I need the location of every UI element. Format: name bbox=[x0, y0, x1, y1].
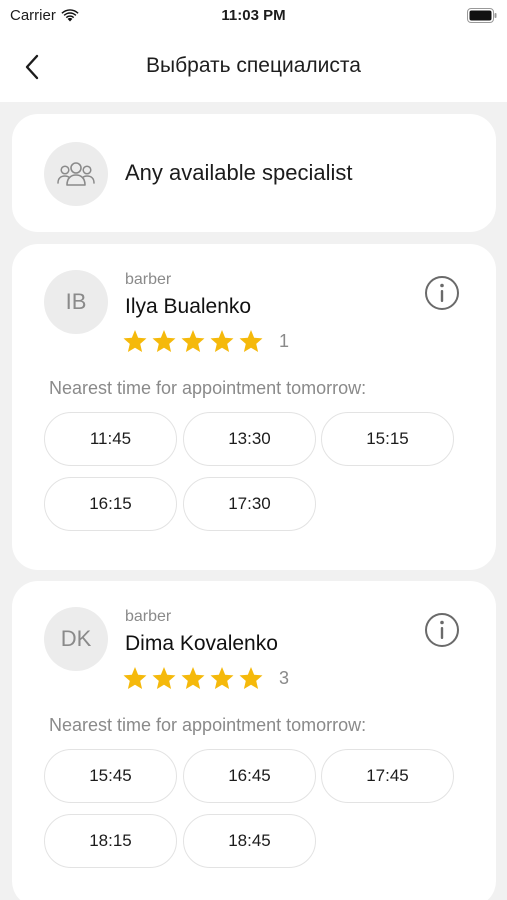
info-button[interactable] bbox=[424, 612, 460, 648]
nearest-time-label: Nearest time for appointment tomorrow: bbox=[49, 715, 367, 735]
time-slot-button[interactable]: 18:15 bbox=[44, 814, 177, 868]
nav-bar: Выбрать специалиста bbox=[0, 32, 507, 102]
any-specialist-label: Any available specialist bbox=[125, 160, 353, 185]
star-icon bbox=[181, 330, 205, 352]
rating-count: 3 bbox=[279, 667, 290, 688]
rating-count: 1 bbox=[279, 330, 290, 351]
specialist-role: barber bbox=[125, 608, 172, 625]
star-icon bbox=[210, 330, 234, 352]
avatar: DK bbox=[44, 607, 108, 671]
specialist-card-dima-kovalenko[interactable]: DK barber Dima Kovalenko 3 Nearest time … bbox=[12, 581, 496, 900]
specialist-card-ilya-bualenko[interactable]: IB barber Ilya Bualenko 1 Nearest time f… bbox=[12, 244, 496, 570]
specialist-role: barber bbox=[125, 271, 172, 288]
time-slot-button[interactable]: 17:45 bbox=[321, 749, 454, 803]
any-specialist-avatar bbox=[44, 142, 108, 206]
status-time: 11:03 PM bbox=[221, 7, 286, 24]
star-icon bbox=[152, 667, 176, 689]
rating: 3 bbox=[122, 666, 289, 690]
star-icon bbox=[239, 330, 263, 352]
specialist-list: Any available specialist IB barber Ilya … bbox=[0, 102, 507, 900]
time-slot-button[interactable]: 15:15 bbox=[321, 412, 454, 466]
star-icon bbox=[152, 330, 176, 352]
star-icon bbox=[239, 667, 263, 689]
star-icon bbox=[123, 330, 147, 352]
specialist-name: Ilya Bualenko bbox=[125, 295, 252, 318]
time-slot-button[interactable]: 17:30 bbox=[183, 477, 316, 531]
time-slot-button[interactable]: 16:45 bbox=[183, 749, 316, 803]
time-slot-button[interactable]: 11:45 bbox=[44, 412, 177, 466]
star-icon bbox=[210, 667, 234, 689]
specialist-name: Dima Kovalenko bbox=[125, 632, 278, 655]
battery-icon bbox=[467, 8, 497, 23]
any-specialist-card[interactable]: Any available specialist bbox=[12, 114, 496, 232]
nearest-time-label: Nearest time for appointment tomorrow: bbox=[49, 378, 367, 398]
avatar: IB bbox=[44, 270, 108, 334]
people-icon bbox=[57, 162, 95, 186]
time-slot-button[interactable]: 18:45 bbox=[183, 814, 316, 868]
time-slot-button[interactable]: 16:15 bbox=[44, 477, 177, 531]
status-bar: Carrier 11:03 PM bbox=[0, 0, 507, 32]
rating: 1 bbox=[122, 329, 289, 353]
star-icon bbox=[181, 667, 205, 689]
star-icon bbox=[123, 667, 147, 689]
time-slot-button[interactable]: 13:30 bbox=[183, 412, 316, 466]
info-icon bbox=[425, 613, 459, 647]
time-slot-button[interactable]: 15:45 bbox=[44, 749, 177, 803]
info-button[interactable] bbox=[424, 275, 460, 311]
page-title: Выбрать специалиста bbox=[146, 54, 361, 77]
info-icon bbox=[425, 276, 459, 310]
